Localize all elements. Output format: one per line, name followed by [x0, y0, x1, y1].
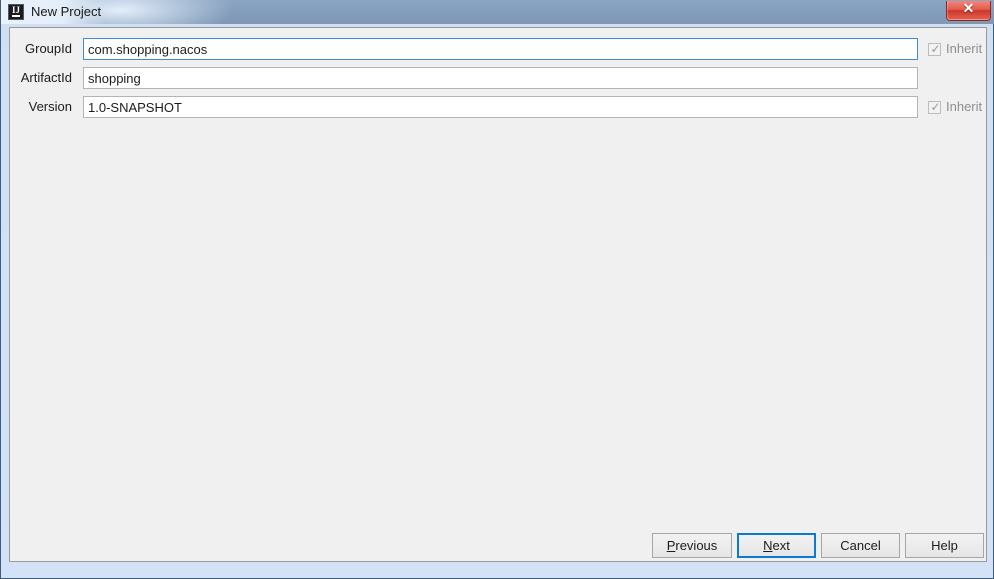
version-inherit-label: Inherit	[946, 99, 983, 114]
help-button-label: Help	[931, 538, 958, 553]
check-icon: ✓	[930, 41, 941, 56]
version-label: Version	[28, 99, 72, 114]
dialog-content-panel: GroupId ✓ Inherit ArtifactId Version ✓ I…	[9, 27, 987, 562]
groupid-label: GroupId	[25, 41, 72, 56]
version-inherit-checkbox[interactable]: ✓	[928, 99, 941, 114]
previous-button[interactable]: Previous	[652, 533, 732, 558]
version-input[interactable]	[83, 96, 918, 118]
help-button[interactable]: Help	[905, 533, 984, 558]
close-button[interactable]: ✕	[946, 1, 991, 21]
artifactid-label: ArtifactId	[20, 70, 72, 85]
artifactid-input[interactable]	[83, 67, 918, 89]
intellij-idea-icon-underline	[12, 15, 20, 17]
next-button-mnemonic: N	[763, 538, 773, 553]
next-button-label: ext	[772, 538, 790, 553]
form-row-version: Version ✓ Inherit	[10, 96, 986, 118]
check-icon: ✓	[930, 99, 941, 114]
groupid-inherit-label: Inherit	[946, 41, 983, 56]
cancel-button-label: Cancel	[840, 538, 881, 553]
close-icon: ✕	[962, 2, 975, 17]
groupid-input[interactable]	[83, 38, 918, 60]
previous-button-label: revious	[675, 538, 718, 553]
next-button[interactable]: Next	[737, 533, 816, 558]
intellij-idea-icon: IJ	[8, 4, 24, 20]
cancel-button[interactable]: Cancel	[821, 533, 900, 558]
window-title: New Project	[31, 4, 102, 19]
intellij-idea-icon-text: IJ	[11, 5, 20, 15]
groupid-inherit-group[interactable]: ✓ Inherit	[928, 38, 982, 60]
title-bar[interactable]: IJ New Project ✕	[1, 0, 994, 24]
form-row-artifactid: ArtifactId	[10, 67, 986, 89]
version-inherit-group[interactable]: ✓ Inherit	[928, 96, 982, 118]
form-row-groupid: GroupId ✓ Inherit	[10, 38, 986, 60]
new-project-dialog-window: IJ New Project ✕ GroupId ✓ Inherit Artif…	[0, 0, 994, 579]
groupid-inherit-checkbox[interactable]: ✓	[928, 41, 941, 56]
